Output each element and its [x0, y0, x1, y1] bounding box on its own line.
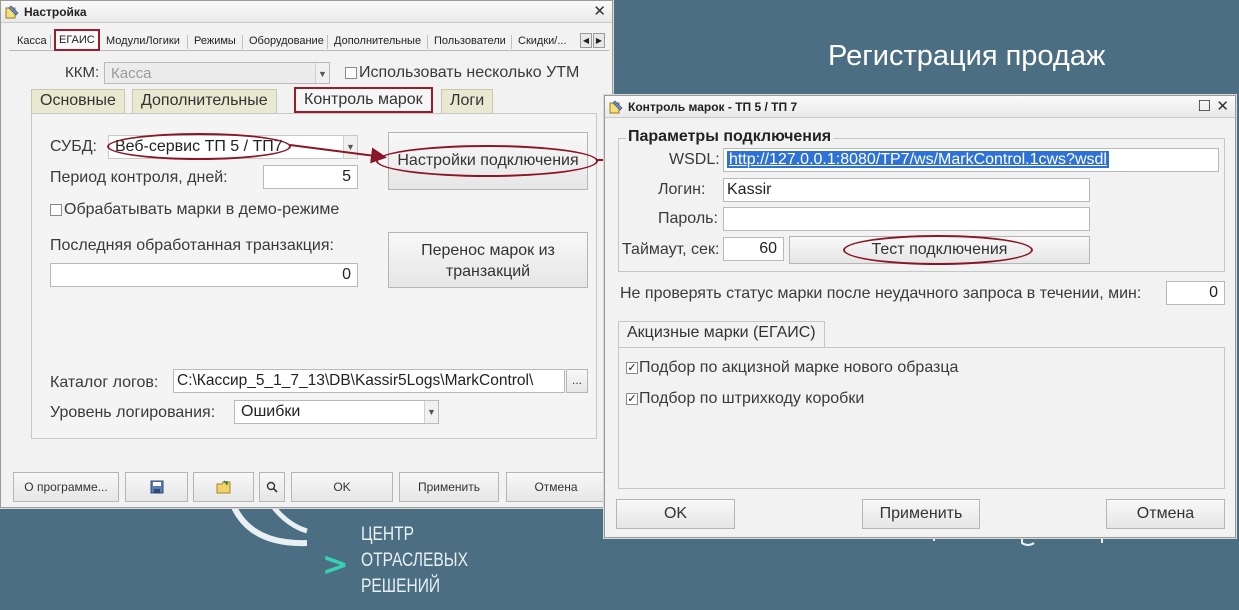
- tab-separator: [327, 35, 328, 49]
- slide-title: Регистрация продаж: [828, 40, 1106, 72]
- chevron-down-icon[interactable]: ▼: [315, 63, 329, 83]
- tab-moduli-logiki[interactable]: МодулиЛогики: [106, 33, 180, 50]
- connection-settings-highlight: [376, 145, 598, 177]
- timeout-label: Таймаут, сек:: [622, 241, 720, 258]
- multi-utm-label: Использовать несколько УТМ: [359, 64, 580, 81]
- tab-osnovnye[interactable]: Основные: [31, 89, 125, 113]
- tab-excise-marks[interactable]: Акцизные марки (ЕГАИС): [618, 321, 825, 347]
- cancel-button[interactable]: Отмена: [1106, 499, 1225, 529]
- tab-egais[interactable]: ЕГАИС: [54, 29, 100, 51]
- tab-polzovateli[interactable]: Пользователи: [434, 33, 506, 50]
- ok-button[interactable]: OK: [291, 472, 393, 502]
- top-tab-strip: Касса ЕГАИС МодулиЛогики Режимы Оборудов…: [9, 29, 609, 51]
- login-field[interactable]: Kassir: [723, 178, 1090, 202]
- app-settings-icon: [5, 5, 19, 19]
- save-button[interactable]: [125, 472, 188, 502]
- test-connection-highlight: [843, 235, 1033, 265]
- no-check-field[interactable]: 0: [1166, 281, 1225, 305]
- tab-separator: [50, 35, 51, 49]
- subd-highlight: [107, 133, 291, 160]
- box-barcode-checkbox[interactable]: ✓: [626, 393, 638, 405]
- settings-title: Настройка: [24, 4, 87, 19]
- search-button[interactable]: [259, 472, 285, 502]
- tab-dopolnitelnye[interactable]: Дополнительные: [334, 33, 421, 50]
- close-icon[interactable]: ✕: [1216, 98, 1229, 115]
- timeout-field[interactable]: 60: [723, 237, 784, 261]
- tab-skidki[interactable]: Скидки/...: [518, 33, 567, 50]
- tab-rezhimy[interactable]: Режимы: [194, 33, 236, 50]
- kkm-select[interactable]: Касса ▼: [104, 62, 330, 84]
- new-sample-checkbox[interactable]: ✓: [626, 362, 638, 374]
- connection-params-title: Параметры подключения: [626, 128, 834, 146]
- wsdl-label: WSDL:: [669, 151, 720, 168]
- period-field[interactable]: 5: [263, 165, 358, 189]
- tab-separator: [511, 35, 512, 49]
- kkm-label: ККМ:: [65, 64, 100, 81]
- tab-scroll-left-icon[interactable]: ◀: [580, 33, 592, 48]
- maximize-icon[interactable]: ☐: [1198, 98, 1211, 115]
- demo-mode-checkbox[interactable]: [50, 204, 62, 216]
- settings-titlebar[interactable]: Настройка ✕: [1, 1, 612, 23]
- password-label: Пароль:: [658, 210, 718, 227]
- period-label: Период контроля, дней:: [50, 169, 228, 186]
- logo-chevron-icon: >: [322, 545, 349, 583]
- logo-line-3: РЕШЕНИЙ: [361, 576, 441, 597]
- apply-button[interactable]: Применить: [399, 472, 499, 502]
- box-barcode-label: Подбор по штрихкоду коробки: [639, 390, 865, 407]
- tab-separator: [242, 35, 243, 49]
- tab-logi[interactable]: Логи: [441, 89, 494, 113]
- tab-scroll-right-icon[interactable]: ▶: [593, 33, 605, 48]
- multi-utm-checkbox[interactable]: [345, 67, 357, 79]
- search-icon: [266, 481, 278, 493]
- transfer-button-line-1: Перенос марок из: [421, 242, 555, 259]
- logo-text: ЦЕНТР ОТРАСЛЕВЫХ РЕШЕНИЙ: [361, 522, 468, 600]
- transfer-marks-button[interactable]: Перенос марок из транзакций: [388, 232, 588, 288]
- logo-line-2: ОТРАСЛЕВЫХ: [361, 550, 468, 571]
- load-button[interactable]: [193, 472, 254, 502]
- log-dir-field[interactable]: C:\Кассир_5_1_7_13\DB\Kassir5Logs\MarkCo…: [173, 369, 565, 393]
- mark-control-window: Контроль марок - ТП 5 / ТП 7 ☐ ✕ Парамет…: [604, 95, 1236, 538]
- tab-oborudovanie[interactable]: Оборудование: [249, 33, 324, 50]
- mark-control-title: Контроль марок - ТП 5 / ТП 7: [628, 99, 798, 114]
- chevron-down-icon[interactable]: ▼: [343, 136, 357, 158]
- subd-label: СУБД:: [50, 138, 97, 155]
- settings-window: Настройка ✕ Касса ЕГАИС МодулиЛогики Реж…: [0, 0, 613, 508]
- tab-kassa[interactable]: Касса: [17, 33, 47, 50]
- ok-button[interactable]: OK: [616, 499, 735, 529]
- last-transaction-label: Последняя обработанная транзакция:: [50, 237, 334, 254]
- transfer-button-line-2: транзакций: [445, 263, 531, 280]
- app-settings-icon: [609, 100, 623, 114]
- no-check-label: Не проверять статус марки после неудачно…: [620, 285, 1142, 302]
- tab-separator: [187, 35, 188, 49]
- demo-mode-label: Обрабатывать марки в демо-режиме: [64, 201, 340, 218]
- folder-icon: [216, 480, 230, 494]
- kkm-value: Касса: [111, 65, 152, 82]
- wsdl-value: http://127.0.0.1:8080/TP7/ws/MarkControl…: [727, 151, 1109, 168]
- wsdl-field[interactable]: http://127.0.0.1:8080/TP7/ws/MarkControl…: [723, 148, 1219, 172]
- log-level-label: Уровень логирования:: [50, 404, 216, 421]
- tab-kontrol-marok[interactable]: Контроль марок: [294, 87, 433, 113]
- cancel-button[interactable]: Отмена: [506, 472, 606, 502]
- last-transaction-field[interactable]: 0: [50, 263, 358, 287]
- log-dir-label: Каталог логов:: [50, 374, 159, 391]
- chevron-down-icon[interactable]: ▼: [424, 401, 438, 423]
- tab-separator: [427, 35, 428, 49]
- login-label: Логин:: [658, 181, 706, 198]
- browse-button[interactable]: ...: [566, 369, 588, 393]
- password-field[interactable]: [723, 207, 1090, 231]
- apply-button[interactable]: Применить: [862, 499, 980, 529]
- mark-control-titlebar[interactable]: Контроль марок - ТП 5 / ТП 7 ☐ ✕: [605, 96, 1235, 118]
- close-icon[interactable]: ✕: [593, 3, 606, 20]
- save-icon: [150, 480, 163, 494]
- logo-line-1: ЦЕНТР: [361, 524, 415, 545]
- tab-dop-inner[interactable]: Дополнительные: [132, 89, 277, 113]
- log-level-value: Ошибки: [241, 403, 301, 420]
- log-level-select[interactable]: Ошибки ▼: [234, 400, 439, 424]
- new-sample-label: Подбор по акцизной марке нового образца: [639, 359, 959, 376]
- about-button[interactable]: О программе...: [13, 472, 119, 502]
